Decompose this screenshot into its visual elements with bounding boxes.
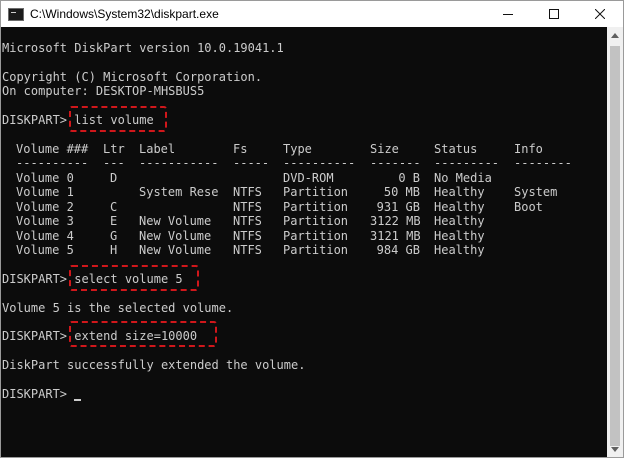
command-highlight-3: [69, 321, 217, 347]
scroll-down-button[interactable]: [607, 441, 623, 457]
cell-status: Healthy: [434, 214, 485, 228]
command-highlight-1: [69, 106, 167, 132]
separator: ----------: [16, 156, 89, 170]
cell-label: New Volume: [139, 229, 212, 243]
cell-size: 3121 MB: [370, 229, 421, 243]
minimize-icon: [503, 14, 513, 15]
cell-type: Partition: [283, 214, 349, 228]
version-line: Microsoft DiskPart version 10.0.19041.1: [2, 41, 284, 55]
cell-status: No Media: [434, 171, 492, 185]
cell-status: Healthy: [434, 185, 485, 199]
computer-line: On computer: DESKTOP-MHSBUS5: [2, 84, 205, 98]
cell-status: Healthy: [434, 200, 485, 214]
maximize-icon: [549, 9, 559, 19]
cell-label: System Rese: [139, 185, 219, 199]
maximize-button[interactable]: [531, 1, 577, 27]
table-row: Volume 5 H New Volume NTFS Partition 984…: [2, 243, 602, 258]
separator: --------: [514, 156, 572, 170]
prompt: DISKPART>: [2, 329, 75, 343]
cell-ltr: C: [110, 200, 118, 214]
header-volume: Volume ###: [16, 142, 89, 156]
cell-ltr: D: [110, 171, 118, 185]
scrollbar-thumb[interactable]: [610, 46, 620, 446]
cell-label: New Volume: [139, 214, 212, 228]
window-controls: [485, 1, 623, 27]
header-fs: Fs: [233, 142, 248, 156]
cell-volume: Volume 0: [16, 171, 74, 185]
cell-volume: Volume 2: [16, 200, 74, 214]
prompt: DISKPART>: [2, 387, 75, 401]
console-window: C:\Windows\System32\diskpart.exe Microso…: [0, 0, 624, 458]
command-highlight-2: [69, 265, 199, 291]
cell-type: DVD-ROM: [283, 171, 334, 185]
cell-ltr: G: [110, 229, 118, 243]
cell-type: Partition: [283, 229, 349, 243]
cell-type: Partition: [283, 243, 349, 257]
header-info: Info: [514, 142, 543, 156]
chevron-down-icon: [611, 446, 619, 452]
vertical-scrollbar[interactable]: [607, 27, 623, 457]
cell-size: 931 GB: [376, 200, 420, 214]
title-bar[interactable]: C:\Windows\System32\diskpart.exe: [1, 1, 623, 27]
header-label: Label: [139, 142, 176, 156]
header-ltr: Ltr: [103, 142, 125, 156]
extend-result-line: DiskPart successfully extended the volum…: [2, 358, 306, 372]
prompt: DISKPART>: [2, 272, 75, 286]
cell-size: 984 GB: [376, 243, 420, 257]
cell-fs: NTFS: [233, 229, 262, 243]
separator: -----------: [139, 156, 219, 170]
cell-label: New Volume: [139, 243, 212, 257]
separator: ---: [103, 156, 125, 170]
cell-fs: NTFS: [233, 214, 262, 228]
cell-ltr: E: [110, 214, 118, 228]
header-size: Size: [370, 142, 399, 156]
prompt-line-4[interactable]: DISKPART>: [2, 387, 74, 402]
minimize-button[interactable]: [485, 1, 531, 27]
window-title: C:\Windows\System32\diskpart.exe: [30, 7, 219, 21]
cell-ltr: H: [110, 243, 118, 257]
prompt: DISKPART>: [2, 113, 75, 127]
cell-info: Boot: [514, 200, 543, 214]
text-cursor: [74, 399, 81, 401]
scroll-up-button[interactable]: [607, 27, 623, 43]
chevron-up-icon: [611, 32, 619, 38]
separator: ---------: [434, 156, 500, 170]
table-header-row: Volume ### Ltr Label Fs Type Size Status…: [2, 142, 602, 157]
cell-status: Healthy: [434, 243, 485, 257]
console-app-icon: [8, 7, 24, 21]
cell-status: Healthy: [434, 229, 485, 243]
cell-volume: Volume 3: [16, 214, 74, 228]
cell-fs: NTFS: [233, 185, 262, 199]
cell-fs: NTFS: [233, 200, 262, 214]
separator: ----------: [283, 156, 356, 170]
cell-fs: NTFS: [233, 243, 262, 257]
table-row: Volume 4 G New Volume NTFS Partition 312…: [2, 229, 602, 244]
cell-size: 0 B: [398, 171, 420, 185]
console-output[interactable]: Microsoft DiskPart version 10.0.19041.1 …: [1, 27, 607, 457]
close-icon: [595, 9, 605, 19]
header-status: Status: [434, 142, 478, 156]
separator: -------: [370, 156, 421, 170]
select-result-line: Volume 5 is the selected volume.: [2, 301, 234, 315]
cell-info: System: [514, 185, 558, 199]
table-row: Volume 0 D DVD-ROM 0 B No Media: [2, 171, 602, 186]
close-button[interactable]: [577, 1, 623, 27]
cell-volume: Volume 1: [16, 185, 74, 199]
cell-type: Partition: [283, 185, 349, 199]
copyright-line: Copyright (C) Microsoft Corporation.: [2, 70, 263, 84]
cell-volume: Volume 5: [16, 243, 74, 257]
cell-size: 50 MB: [383, 185, 420, 199]
cell-volume: Volume 4: [16, 229, 74, 243]
table-separator-row: ---------- --- ----------- ----- -------…: [2, 156, 602, 171]
table-row: Volume 2 C NTFS Partition 931 GB Healthy…: [2, 200, 602, 215]
table-row: Volume 1 System Rese NTFS Partition 50 M…: [2, 185, 602, 200]
header-type: Type: [283, 142, 312, 156]
cell-type: Partition: [283, 200, 349, 214]
table-row: Volume 3 E New Volume NTFS Partition 312…: [2, 214, 602, 229]
cell-size: 3122 MB: [370, 214, 421, 228]
separator: -----: [233, 156, 270, 170]
